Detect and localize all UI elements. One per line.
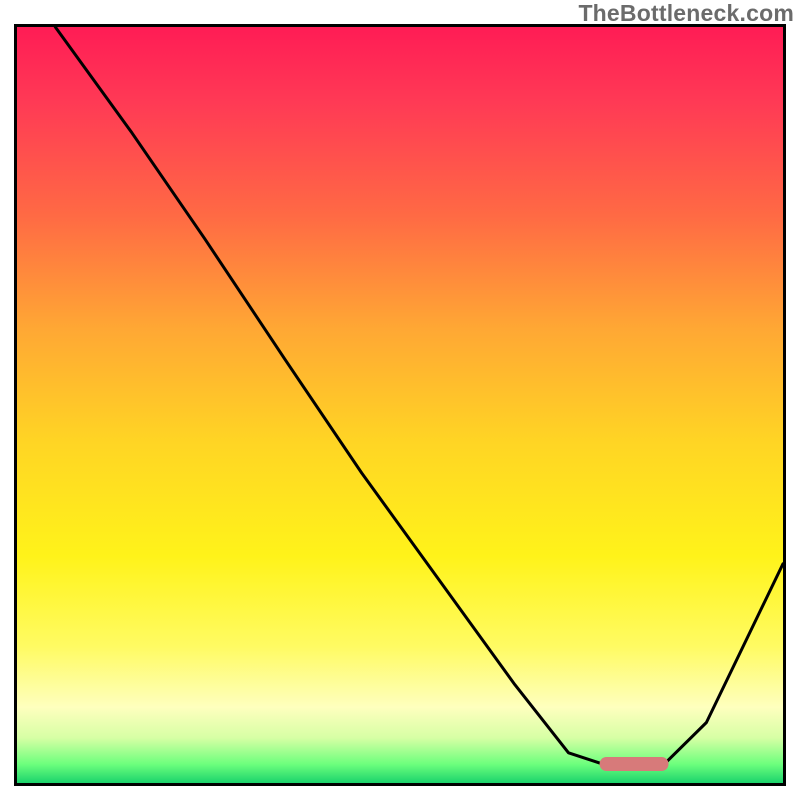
chart-container: TheBottleneck.com (0, 0, 800, 800)
chart-plot-area (17, 27, 783, 783)
chart-svg (17, 27, 783, 783)
chart-plot-box (14, 24, 786, 786)
target-marker (599, 757, 668, 771)
chart-background-gradient (17, 27, 783, 783)
watermark-text: TheBottleneck.com (578, 0, 794, 27)
